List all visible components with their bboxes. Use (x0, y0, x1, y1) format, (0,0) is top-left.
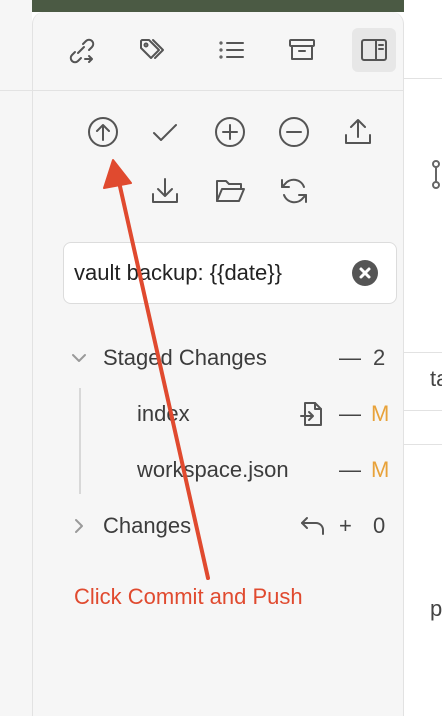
source-control-panel: Staged Changes — 2 index — M workspace.j… (32, 12, 404, 716)
list-icon[interactable] (216, 34, 248, 66)
right-pane-divider (404, 444, 442, 445)
staged-changes-header[interactable]: Staged Changes — 2 (33, 338, 403, 378)
right-editor-pane: ta p, (404, 0, 442, 716)
chevron-down-icon[interactable] (69, 348, 89, 368)
push-icon[interactable] (338, 112, 378, 152)
tree-node-icon (430, 160, 442, 190)
right-pane-divider (404, 352, 442, 353)
right-pane-divider (404, 410, 442, 411)
panel-header-tabs (33, 12, 403, 91)
staged-changes-label: Staged Changes (103, 345, 267, 370)
left-pane-divider (0, 90, 32, 91)
clear-icon[interactable] (352, 260, 378, 286)
commit-and-push-icon[interactable] (83, 112, 123, 152)
chevron-right-icon[interactable] (69, 516, 89, 536)
truncated-text-fragment: p, (430, 596, 442, 621)
modified-status-badge: M (371, 457, 390, 482)
truncated-text-fragment: ta (430, 366, 442, 391)
discard-all-icon[interactable] (299, 512, 327, 540)
window-top-strip (0, 0, 442, 12)
unstage-all-dash[interactable]: — (339, 345, 361, 371)
staged-count: 2 (373, 345, 386, 370)
changes-header[interactable]: Changes + 0 (33, 506, 403, 546)
open-file-icon[interactable] (299, 400, 327, 428)
sidebar-toggle-icon[interactable] (352, 28, 396, 72)
link-arrow-icon[interactable] (65, 34, 97, 66)
unstage-file-dash[interactable]: — (339, 457, 361, 483)
staged-file-row[interactable]: workspace.json — M (33, 450, 403, 490)
changes-count: 0 (373, 513, 386, 538)
left-editor-pane (0, 0, 32, 716)
stage-all-icon[interactable] (210, 112, 250, 152)
changes-label: Changes (103, 513, 192, 538)
modified-status-badge: M (371, 401, 390, 426)
unstage-file-dash[interactable]: — (339, 401, 361, 427)
open-folder-icon[interactable] (210, 171, 250, 211)
right-pane-divider (404, 78, 442, 79)
unstage-all-icon[interactable] (274, 112, 314, 152)
tags-icon[interactable] (136, 34, 168, 66)
commit-message-input[interactable] (74, 255, 344, 291)
staged-file-row[interactable]: index — M (33, 394, 403, 434)
commit-icon[interactable] (145, 112, 185, 152)
stage-all-plus[interactable]: + (339, 513, 352, 539)
annotation-label: Click Commit and Push (74, 584, 303, 609)
commit-message-box (63, 242, 397, 304)
file-name: index (137, 401, 190, 426)
refresh-icon[interactable] (274, 171, 314, 211)
archive-icon[interactable] (286, 34, 318, 66)
file-name: workspace.json (137, 457, 289, 482)
pull-icon[interactable] (145, 171, 185, 211)
